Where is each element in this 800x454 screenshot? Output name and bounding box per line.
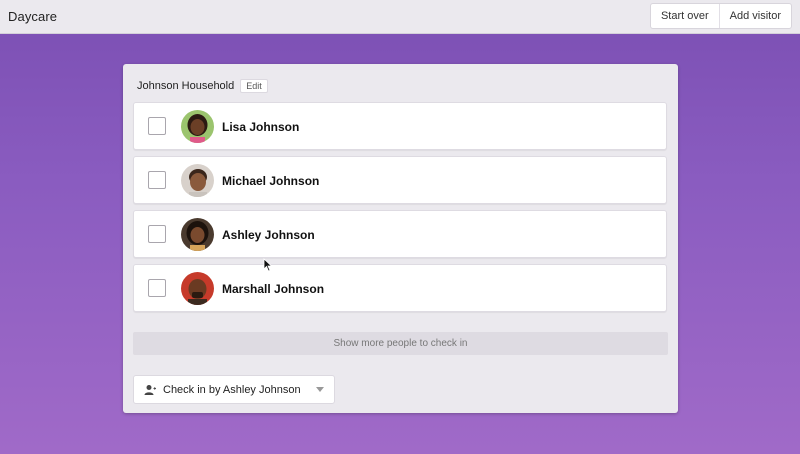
top-actions: Start over Add visitor (649, 3, 792, 29)
person-icon (144, 385, 156, 395)
avatar (181, 218, 214, 251)
household-panel: Johnson Household Edit Lisa Johnson Mich… (123, 64, 678, 413)
person-row-michael[interactable]: Michael Johnson (133, 156, 667, 204)
person-row-lisa[interactable]: Lisa Johnson (133, 102, 667, 150)
household-header: Johnson Household Edit (137, 78, 268, 94)
avatar (181, 164, 214, 197)
add-visitor-button[interactable]: Add visitor (718, 4, 791, 28)
person-row-marshall[interactable]: Marshall Johnson (133, 264, 667, 312)
avatar (181, 272, 214, 305)
person-name: Lisa Johnson (222, 120, 300, 134)
checkin-checkbox[interactable] (148, 279, 166, 297)
person-row-ashley[interactable]: Ashley Johnson (133, 210, 667, 258)
show-more-button[interactable]: Show more people to check in (133, 332, 668, 355)
mouse-cursor-icon (263, 258, 273, 272)
person-name: Ashley Johnson (222, 228, 315, 242)
person-name: Marshall Johnson (222, 282, 325, 296)
checkin-checkbox[interactable] (148, 225, 166, 243)
avatar (181, 110, 214, 143)
checkin-by-label: Check in by Ashley Johnson (163, 384, 301, 396)
app-title: Daycare (8, 9, 58, 24)
checkin-checkbox[interactable] (148, 171, 166, 189)
person-name: Michael Johnson (222, 174, 320, 188)
edit-household-button[interactable]: Edit (240, 79, 268, 93)
top-bar: Daycare Start over Add visitor (0, 0, 800, 34)
start-over-button[interactable]: Start over (651, 4, 719, 28)
chevron-down-icon (316, 387, 324, 392)
checkin-checkbox[interactable] (148, 117, 166, 135)
household-name: Johnson Household (137, 80, 235, 92)
checkin-by-select[interactable]: Check in by Ashley Johnson (133, 375, 335, 404)
